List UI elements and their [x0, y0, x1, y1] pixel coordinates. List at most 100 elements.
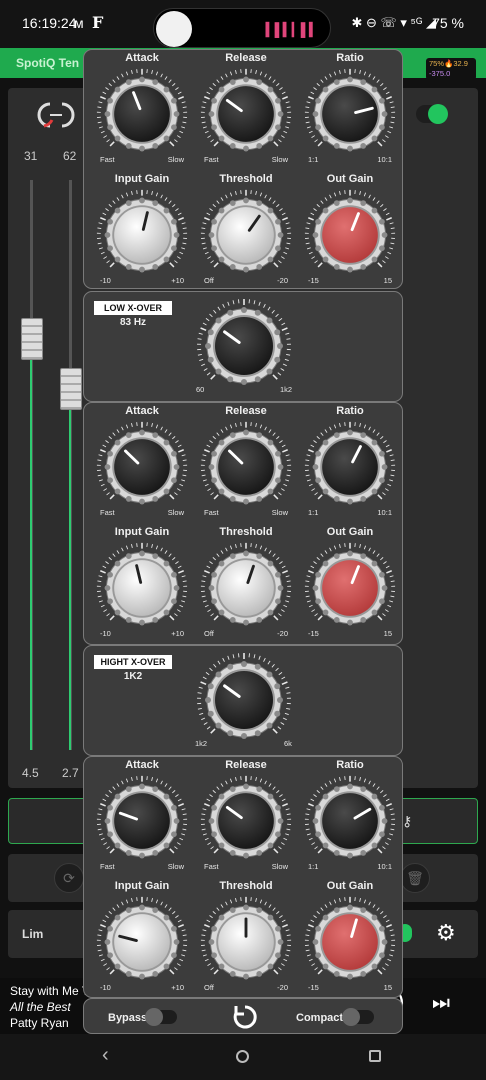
low-band-threshold-max-label: -20	[277, 276, 288, 285]
mid-band-input-gain-max-label: +10	[171, 629, 184, 638]
high-band-threshold-control: Threshold Off -20	[192, 880, 300, 998]
high-band-attack-min-label: Fast	[100, 862, 115, 871]
mid-band-threshold-knob[interactable]	[198, 540, 294, 636]
high-band-attack-title: Attack	[125, 759, 159, 771]
album-art-thumb	[156, 11, 192, 47]
waveform-icon: ▍▌▍▎▌▍	[265, 22, 319, 37]
mid-band-threshold-control: Threshold Off -20	[192, 526, 300, 644]
high-band-out-gain-max-label: 15	[383, 983, 392, 992]
low-band-ratio-control: Ratio 1:1 10:1	[296, 52, 404, 170]
mid-band-out-gain-min-label: -15	[308, 629, 319, 638]
refresh-icon[interactable]: ⟳	[54, 863, 84, 893]
high-band-ratio-title: Ratio	[336, 759, 364, 771]
mid-band-out-gain-max-label: 15	[383, 629, 392, 638]
status-bar: 16:19:24 ᴍ F ▍▌▍▎▌▍ ✱ ⊖ ☏ ▾ ⁵ᴳ ◢ 75 %	[0, 0, 486, 48]
trash-icon[interactable]: 🗑	[400, 863, 430, 893]
high-xover-knob[interactable]	[194, 650, 294, 755]
high-band-out-gain-knob[interactable]	[302, 894, 398, 990]
high-band-threshold-knob[interactable]	[198, 894, 294, 990]
mid-band-release-knob[interactable]	[198, 419, 294, 515]
bypass-label: Bypass	[108, 1012, 148, 1024]
battery-level: 75 %	[432, 15, 464, 31]
high-band-threshold-title: Threshold	[219, 880, 273, 892]
mid-band-out-gain-knob[interactable]	[302, 540, 398, 636]
high-band-threshold-min-label: Off	[204, 983, 214, 992]
low-band-threshold-min-label: Off	[204, 276, 214, 285]
low-band-out-gain-knob[interactable]	[302, 187, 398, 283]
low-band-attack-max-label: Slow	[167, 155, 184, 164]
compact-switch[interactable]	[342, 1008, 374, 1026]
mid-band-release-max-label: Slow	[271, 508, 288, 517]
reset-icon[interactable]	[230, 1002, 260, 1032]
mid-band-input-gain-knob[interactable]	[94, 540, 190, 636]
back-icon[interactable]: ‹	[102, 1044, 109, 1067]
mid-band-input-gain-min-label: -10	[100, 629, 111, 638]
bypass-switch[interactable]	[145, 1008, 177, 1026]
high-band-attack-knob[interactable]	[94, 773, 190, 869]
fader-right-fill	[69, 410, 71, 750]
clock: 16:19:24	[22, 15, 77, 31]
low-xover-label: LOW X-OVER	[94, 301, 172, 315]
mid-band-release-title: Release	[225, 405, 267, 417]
low-band-release-knob[interactable]	[198, 66, 294, 162]
high-band-release-title: Release	[225, 759, 267, 771]
system-status-icons: ✱ ⊖ ☏ ▾ ⁵ᴳ ◢	[351, 15, 436, 30]
mid-band-attack-min-label: Fast	[100, 508, 115, 517]
low-band-input-gain-knob[interactable]	[94, 187, 190, 283]
performance-overlay: 75%🔥32.9 -375.0	[426, 58, 476, 80]
gear-icon[interactable]: ⚙	[436, 920, 456, 946]
low-xover-section: LOW X-OVER 83 Hz 60 1k2	[83, 291, 403, 402]
low-band-ratio-knob[interactable]	[302, 66, 398, 162]
mid-band-threshold-min-label: Off	[204, 629, 214, 638]
fader-right-handle[interactable]	[60, 368, 82, 410]
low-band-attack-knob[interactable]	[94, 66, 190, 162]
app-notification-icon: F	[92, 13, 104, 32]
compact-label: Compact	[296, 1012, 344, 1024]
recents-icon[interactable]	[369, 1050, 381, 1062]
high-xover-label: HIGHT X-OVER	[94, 655, 172, 669]
mid-band-ratio-knob[interactable]	[302, 419, 398, 515]
mid-band-attack-max-label: Slow	[167, 508, 184, 517]
track-title: Stay with Me T	[10, 984, 90, 998]
high-band-attack-max-label: Slow	[167, 862, 184, 871]
high-band-release-max-label: Slow	[271, 862, 288, 871]
low-band-ratio-max-label: 10:1	[377, 155, 392, 164]
high-xover-section: HIGHT X-OVER 1K2 1k2 6k	[83, 645, 403, 756]
high-band-input-gain-knob[interactable]	[94, 894, 190, 990]
low-band-ratio-title: Ratio	[336, 52, 364, 64]
high-band-release-control: Release Fast Slow	[192, 759, 300, 877]
high-xover-value: 1K2	[123, 671, 143, 682]
high-band-input-gain-max-label: +10	[171, 983, 184, 992]
mid-band-ratio-title: Ratio	[336, 405, 364, 417]
high-band-out-gain-control: Out Gain -15 15	[296, 880, 404, 998]
mid-band-attack-control: Attack Fast Slow	[88, 405, 196, 523]
high-band-ratio-knob[interactable]	[302, 773, 398, 869]
perf-line-2: -375.0	[429, 69, 451, 78]
skip-next-icon[interactable]: ⏭	[432, 992, 450, 1015]
mid-band-input-gain-title: Input Gain	[114, 526, 170, 538]
compressor-footer: Bypass Compact	[83, 998, 403, 1034]
app-title: SpotiQ Ten	[16, 56, 80, 70]
high-band-ratio-control: Ratio 1:1 10:1	[296, 759, 404, 877]
mid-band-attack-knob[interactable]	[94, 419, 190, 515]
high-band-release-min-label: Fast	[204, 862, 219, 871]
low-xover-max: 1k2	[280, 385, 293, 394]
high-band-threshold-max-label: -20	[277, 983, 288, 992]
low-band-input-gain-min-label: -10	[100, 276, 111, 285]
high-band-input-gain-min-label: -10	[100, 983, 111, 992]
notification-icon: ᴍ	[74, 15, 84, 31]
multiband-compressor-dialog: Attack Fast Slow Release Fast Slow Ratio 1:1 10:…	[83, 48, 403, 1034]
app-logo-icon	[37, 102, 75, 128]
high-xover-min: 1k2	[195, 739, 208, 748]
media-pill[interactable]: ▍▌▍▎▌▍	[153, 8, 331, 48]
low-band-threshold-title: Threshold	[219, 173, 273, 185]
mid-band-release-min-label: Fast	[204, 508, 219, 517]
track-album: All the Best	[10, 1000, 71, 1014]
low-band-threshold-knob[interactable]	[198, 187, 294, 283]
mid-band-ratio-control: Ratio 1:1 10:1	[296, 405, 404, 523]
fader-left-handle[interactable]	[21, 318, 43, 360]
home-icon[interactable]	[236, 1050, 249, 1063]
eq-enable-toggle[interactable]	[416, 104, 448, 124]
low-xover-knob[interactable]	[194, 296, 294, 401]
high-band-release-knob[interactable]	[198, 773, 294, 869]
